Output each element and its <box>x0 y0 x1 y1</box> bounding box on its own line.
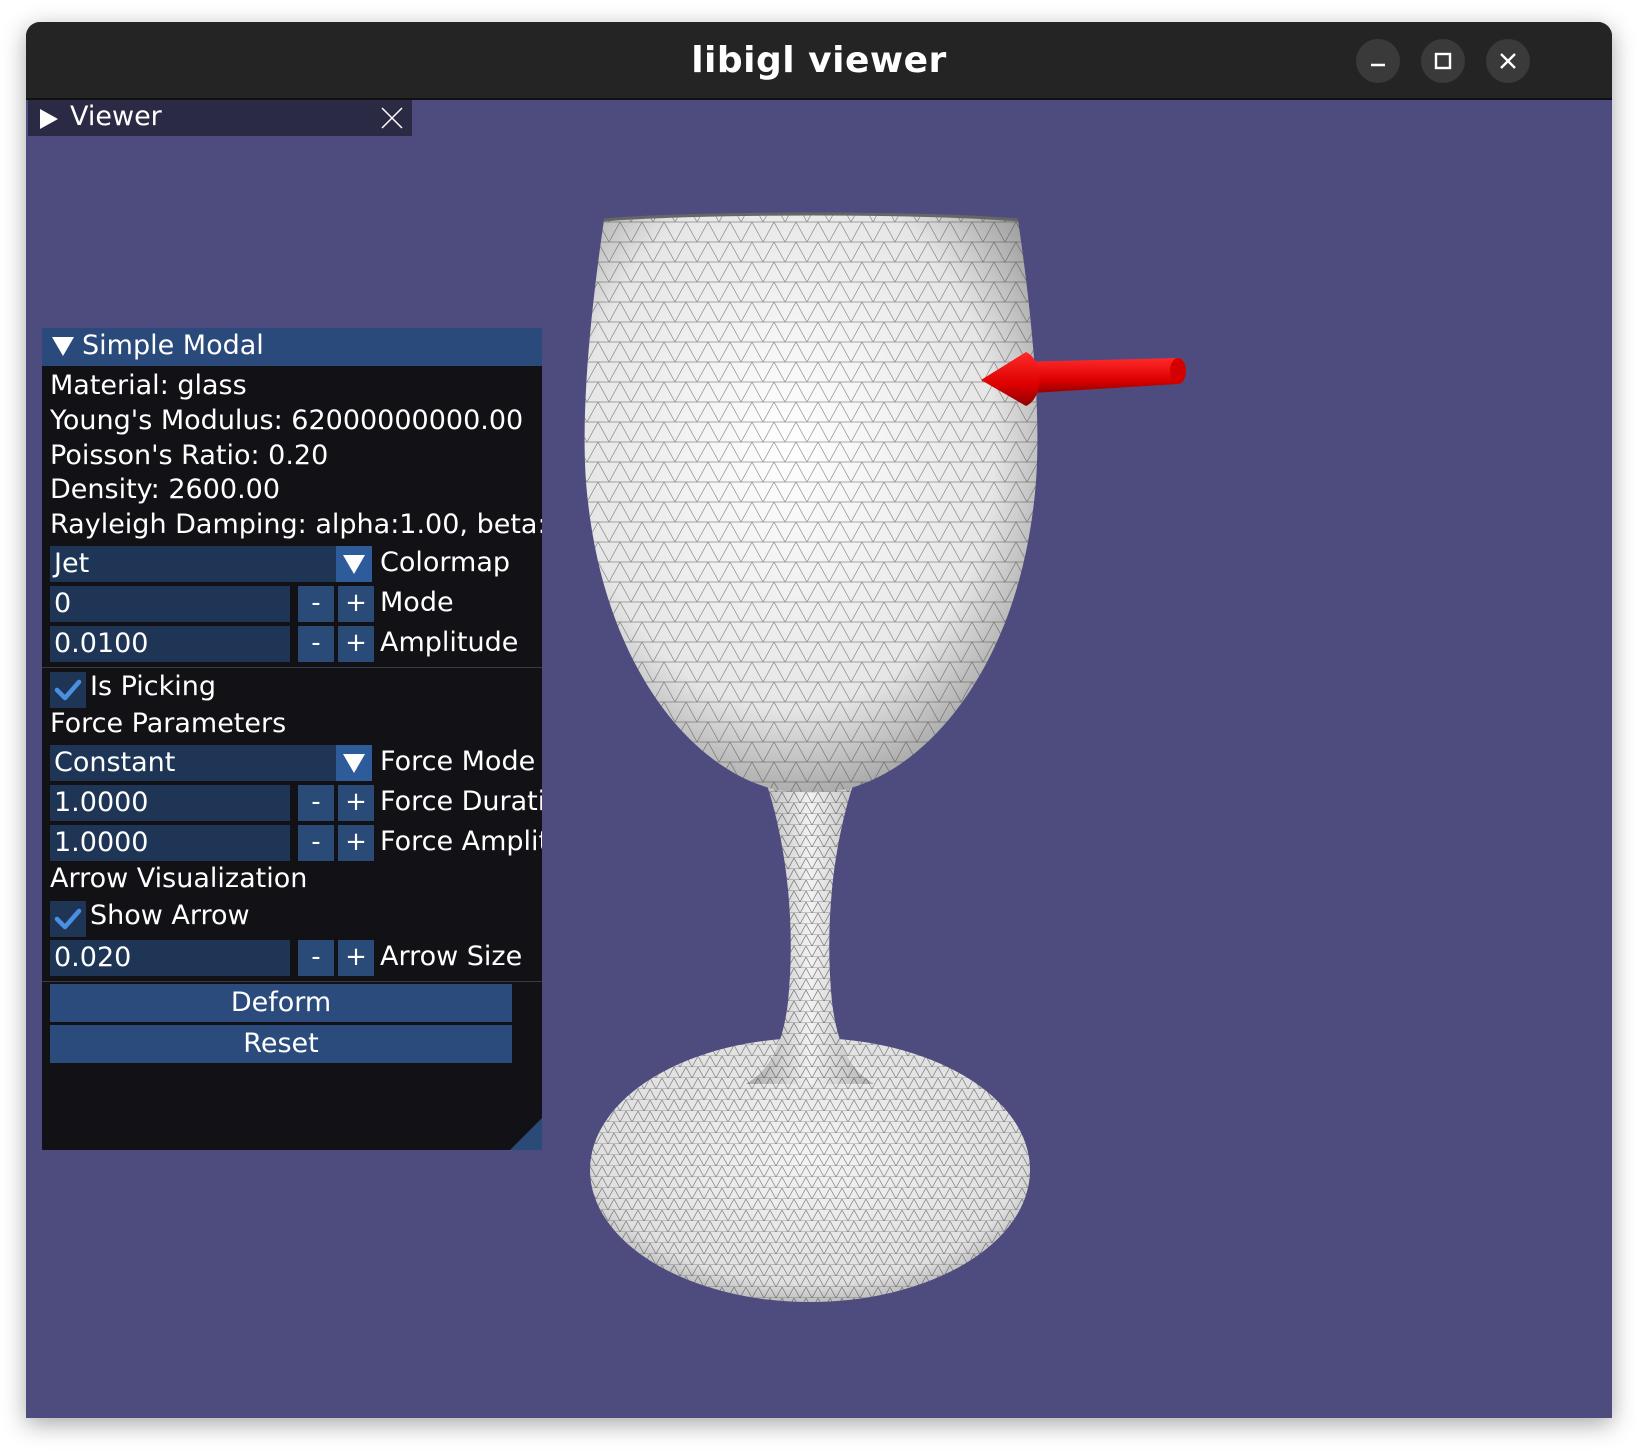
checkmark-icon <box>54 908 82 930</box>
colormap-value: Jet <box>54 548 90 579</box>
collapse-arrow-icon <box>52 337 74 356</box>
force-amplitude-label: Force Amplit <box>380 826 542 857</box>
resize-grip[interactable] <box>510 1118 542 1150</box>
amplitude-decrement-button[interactable]: - <box>298 626 334 662</box>
force-duration-decrement-button[interactable]: - <box>298 785 334 821</box>
checkmark-icon <box>54 679 82 701</box>
colormap-select[interactable]: Jet <box>50 546 372 582</box>
chevron-down-icon[interactable] <box>336 745 372 781</box>
show-arrow-checkbox[interactable] <box>50 901 86 937</box>
force-duration-input[interactable]: 1.0000 <box>50 785 290 821</box>
amplitude-label: Amplitude <box>380 627 519 658</box>
reset-button[interactable]: Reset <box>50 1025 512 1063</box>
is-picking-checkbox[interactable] <box>50 672 86 708</box>
show-arrow-label: Show Arrow <box>90 900 250 931</box>
minimize-icon <box>1371 63 1385 67</box>
colormap-label: Colormap <box>380 547 511 578</box>
close-icon <box>1500 53 1516 69</box>
mode-input[interactable]: 0 <box>50 586 290 622</box>
mode-increment-button[interactable]: + <box>338 586 374 622</box>
material-text: Material: glass <box>50 370 247 401</box>
force-duration-increment-button[interactable]: + <box>338 785 374 821</box>
density-text: Density: 2600.00 <box>50 474 281 505</box>
youngs-modulus-text: Young's Modulus: 62000000000.00 <box>50 405 524 436</box>
force-amplitude-decrement-button[interactable]: - <box>298 825 334 861</box>
force-mode-label: Force Mode <box>380 746 536 777</box>
title-bar: libigl viewer <box>26 22 1612 100</box>
deform-button[interactable]: Deform <box>50 984 512 1022</box>
force-parameters-heading: Force Parameters <box>50 708 287 739</box>
arrow-size-increment-button[interactable]: + <box>338 940 374 976</box>
force-mode-select[interactable]: Constant <box>50 745 372 781</box>
is-picking-label: Is Picking <box>90 671 217 702</box>
close-button[interactable] <box>1486 39 1530 83</box>
viewer-menu-label: Viewer <box>70 101 162 132</box>
maximize-icon <box>1434 52 1452 70</box>
app-window: libigl viewer Viewer Simple Modal Materi… <box>26 22 1612 1418</box>
amplitude-increment-button[interactable]: + <box>338 626 374 662</box>
arrow-size-input[interactable]: 0.020 <box>50 940 290 976</box>
arrow-size-decrement-button[interactable]: - <box>298 940 334 976</box>
arrow-visualization-heading: Arrow Visualization <box>50 863 308 894</box>
mode-decrement-button[interactable]: - <box>298 586 334 622</box>
force-amplitude-increment-button[interactable]: + <box>338 825 374 861</box>
expand-arrow-icon <box>40 109 58 129</box>
chevron-down-icon[interactable] <box>336 546 372 582</box>
close-icon[interactable] <box>380 106 404 130</box>
separator <box>42 667 542 668</box>
force-duration-label: Force Duratio <box>380 786 542 817</box>
amplitude-input[interactable]: 0.0100 <box>50 626 290 662</box>
minimize-button[interactable] <box>1356 39 1400 83</box>
maximize-button[interactable] <box>1421 39 1465 83</box>
mode-label: Mode <box>380 587 454 618</box>
poisson-ratio-text: Poisson's Ratio: 0.20 <box>50 440 329 471</box>
arrow-size-label: Arrow Size <box>380 941 523 972</box>
force-mode-value: Constant <box>54 747 176 778</box>
viewer-menu-header[interactable]: Viewer <box>28 100 412 136</box>
force-amplitude-input[interactable]: 1.0000 <box>50 825 290 861</box>
wine-glass-mesh <box>584 212 1038 1302</box>
simple-modal-panel: Simple Modal Material: glass Young's Mod… <box>42 328 542 1150</box>
panel-header[interactable]: Simple Modal <box>42 328 542 366</box>
panel-title: Simple Modal <box>82 330 264 361</box>
separator <box>42 981 542 982</box>
rayleigh-damping-text: Rayleigh Damping: alpha:1.00, beta:0.0 <box>50 509 542 540</box>
